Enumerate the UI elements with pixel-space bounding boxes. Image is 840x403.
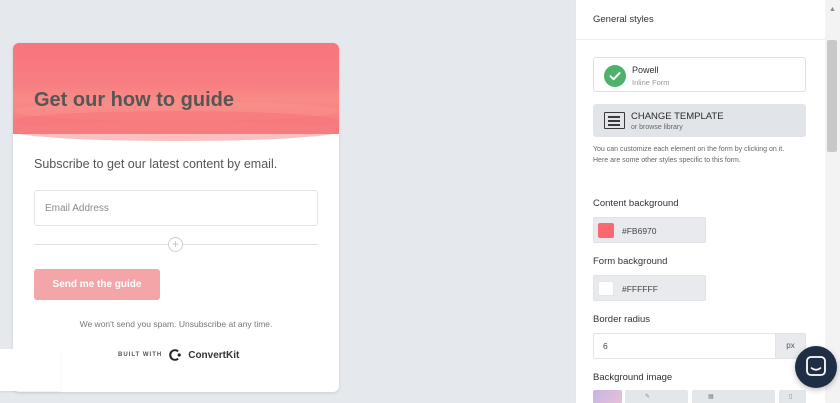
- browse-library-link[interactable]: or browse library: [631, 124, 683, 131]
- template-icon: [604, 112, 625, 129]
- current-template-card[interactable]: Powell Inline Form: [593, 57, 806, 92]
- pencil-icon: ✎: [645, 394, 651, 400]
- add-field-button[interactable]: +: [168, 237, 183, 252]
- image-icon: ▦: [708, 394, 714, 400]
- template-name: Powell: [632, 65, 659, 75]
- background-image-label: Background image: [593, 372, 673, 383]
- change-template-label: CHANGE TEMPLATE: [631, 111, 724, 122]
- overlay-panel: [0, 349, 60, 391]
- chat-launcher-button[interactable]: [795, 346, 837, 388]
- scrollbar-thumb[interactable]: [827, 40, 837, 152]
- scroll-up-arrow-icon[interactable]: ▲: [826, 6, 839, 19]
- content-background-value[interactable]: #FB6970: [622, 226, 657, 236]
- form-header-background[interactable]: Get our how to guide: [13, 43, 339, 141]
- edit-image-button[interactable]: ✎: [625, 390, 688, 403]
- settings-panel: General styles Powell Inline Form CHANGE…: [575, 0, 826, 403]
- replace-image-button[interactable]: ▦: [692, 390, 775, 403]
- form-background-swatch[interactable]: [598, 281, 614, 296]
- trash-icon: ▯: [789, 394, 793, 400]
- plus-icon: +: [171, 237, 179, 251]
- built-with-badge[interactable]: BUILT WITH ConvertKit: [118, 348, 239, 362]
- border-radius-input[interactable]: 6 px: [593, 333, 806, 359]
- form-background-label: Form background: [593, 256, 668, 267]
- content-background-picker[interactable]: #FB6970: [593, 217, 706, 243]
- form-background-value[interactable]: #FFFFFF: [622, 284, 658, 294]
- change-template-button[interactable]: CHANGE TEMPLATE or browse library: [593, 104, 806, 137]
- chat-icon: [806, 356, 826, 376]
- check-circle-icon: [604, 65, 626, 87]
- email-field[interactable]: [34, 190, 318, 226]
- spam-disclaimer[interactable]: We won't send you spam. Unsubscribe at a…: [13, 319, 339, 329]
- panel-title: General styles: [593, 14, 654, 25]
- background-image-controls: ✎ ▦ ▯: [593, 390, 806, 403]
- helper-text: You can customize each element on the fo…: [593, 146, 785, 164]
- template-type: Inline Form: [632, 78, 670, 87]
- background-image-thumbnail[interactable]: [593, 390, 622, 403]
- form-subtitle[interactable]: Subscribe to get our latest content by e…: [34, 157, 277, 171]
- convertkit-logo-icon: [169, 349, 182, 361]
- content-background-swatch[interactable]: [598, 223, 614, 238]
- convertkit-brand-name: ConvertKit: [188, 349, 240, 361]
- form-title[interactable]: Get our how to guide: [34, 89, 234, 112]
- border-radius-value[interactable]: 6: [603, 341, 608, 351]
- content-background-label: Content background: [593, 198, 679, 209]
- built-with-label: BUILT WITH: [118, 352, 163, 358]
- form-background-picker[interactable]: #FFFFFF: [593, 275, 706, 301]
- border-radius-label: Border radius: [593, 314, 651, 325]
- form-preview-card[interactable]: Get our how to guide Subscribe to get ou…: [13, 43, 339, 392]
- delete-image-button[interactable]: ▯: [779, 390, 806, 403]
- submit-button[interactable]: Send me the guide: [34, 269, 160, 300]
- form-canvas: Get our how to guide Subscribe to get ou…: [0, 0, 560, 403]
- panel-header: General styles: [576, 0, 826, 40]
